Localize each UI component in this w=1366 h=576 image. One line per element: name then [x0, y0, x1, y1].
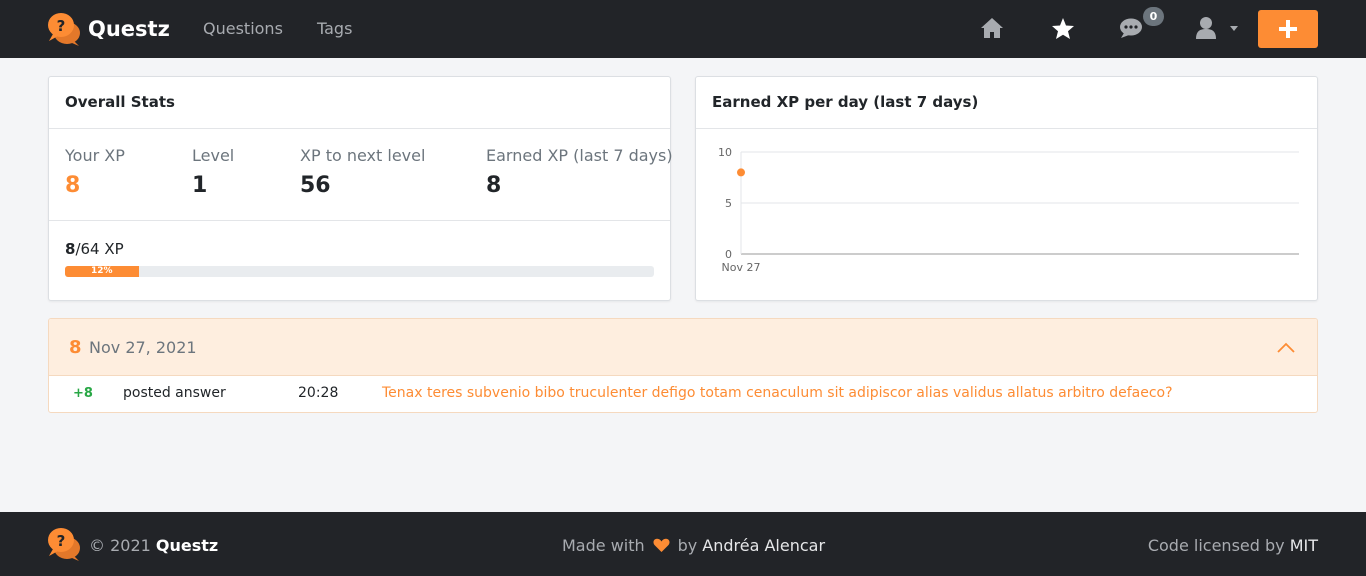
home-icon[interactable] [979, 15, 1005, 41]
activity-row-xp: +8 [73, 386, 93, 401]
footer-made-with: Made with by Andréa Alencar [562, 536, 825, 555]
footer-copyright-text: © 2021 [89, 536, 151, 555]
footer-made-with-text: Made with [562, 536, 645, 555]
activity-day-header: 8 Nov 27, 2021 [49, 319, 1317, 376]
activity-row-question-link[interactable]: Tenax teres subvenio bibo truculenter de… [382, 385, 1173, 401]
xp-progress-text: 8/64 XP [65, 240, 124, 258]
xp-progress-bar: 12% [65, 266, 654, 277]
nav-link-tags[interactable]: Tags [317, 19, 352, 38]
top-navbar: ? Questz Questions Tags 0 [0, 0, 1366, 58]
chart-title: Earned XP per day (last 7 days) [696, 77, 1317, 129]
stat-value-your-xp: 8 [65, 173, 81, 198]
footer-author-link[interactable]: Andréa Alencar [702, 536, 825, 555]
user-icon[interactable] [1193, 15, 1219, 41]
footer-copyright: © 2021 Questz [89, 536, 218, 555]
questz-footer-logo-icon: ? [48, 528, 80, 561]
stat-value-xp-next-level: 56 [300, 173, 331, 198]
footer-brand: Questz [155, 536, 219, 555]
brand-name: Questz [88, 17, 170, 41]
notifications-badge: 0 [1143, 7, 1164, 26]
xp-progress-fill: 12% [65, 266, 139, 277]
questz-logo-icon: ? [48, 13, 80, 46]
chart-y-tick-label: 10 [718, 146, 732, 159]
stat-label-your-xp: Your XP [65, 146, 125, 165]
activity-row-time: 20:28 [298, 385, 339, 401]
user-menu-caret-icon[interactable] [1230, 26, 1238, 31]
activity-row: +8 posted answer 20:28 Tenax teres subve… [49, 376, 1317, 412]
activity-day-panel: 8 Nov 27, 2021 +8 posted answer 20:28 Te… [48, 318, 1318, 413]
heart-icon [653, 538, 670, 553]
stat-value-level: 1 [192, 173, 208, 198]
stats-divider [49, 220, 670, 221]
footer-license-link[interactable]: MIT [1290, 536, 1318, 555]
chart-data-point[interactable] [737, 168, 745, 177]
footer-by-text: by [677, 536, 698, 555]
brand-link[interactable]: ? Questz [47, 12, 170, 46]
xp-total: /64 XP [75, 240, 124, 258]
stat-value-earned-xp: 8 [486, 173, 502, 198]
svg-text:?: ? [57, 532, 66, 550]
stat-label-level: Level [192, 146, 235, 165]
plus-icon [1279, 20, 1297, 38]
activity-day-total-xp: 8 [69, 337, 82, 358]
stat-label-xp-next-level: XP to next level [300, 146, 426, 165]
star-icon[interactable] [1050, 15, 1076, 41]
footer: ? © 2021 Questz Made with by Andréa Alen… [0, 512, 1366, 576]
overall-stats-card: Overall Stats Your XP 8 Level 1 XP to ne… [48, 76, 673, 301]
activity-day-date: Nov 27, 2021 [89, 338, 197, 357]
chart-y-tick-label: 5 [725, 197, 732, 210]
chart-y-tick-label: 0 [725, 248, 732, 261]
activity-row-type: posted answer [123, 385, 226, 401]
svg-text:?: ? [57, 17, 66, 35]
overall-stats-title: Overall Stats [49, 77, 670, 129]
footer-license: Code licensed by MIT [1148, 536, 1318, 555]
comments-icon[interactable] [1119, 15, 1145, 41]
earned-xp-chart: 0 5 10 Nov 27 [718, 146, 1299, 274]
stat-label-earned-xp: Earned XP (last 7 days) [486, 146, 673, 165]
chevron-up-icon[interactable] [1275, 338, 1297, 356]
chart-x-tick-label: Nov 27 [722, 261, 761, 274]
xp-current: 8 [65, 240, 76, 258]
nav-link-questions[interactable]: Questions [203, 19, 283, 38]
new-question-button[interactable] [1258, 10, 1318, 48]
earned-xp-chart-card: Earned XP per day (last 7 days) 0 5 10 Nov … [695, 76, 1318, 301]
footer-license-text: Code licensed by [1147, 536, 1285, 555]
